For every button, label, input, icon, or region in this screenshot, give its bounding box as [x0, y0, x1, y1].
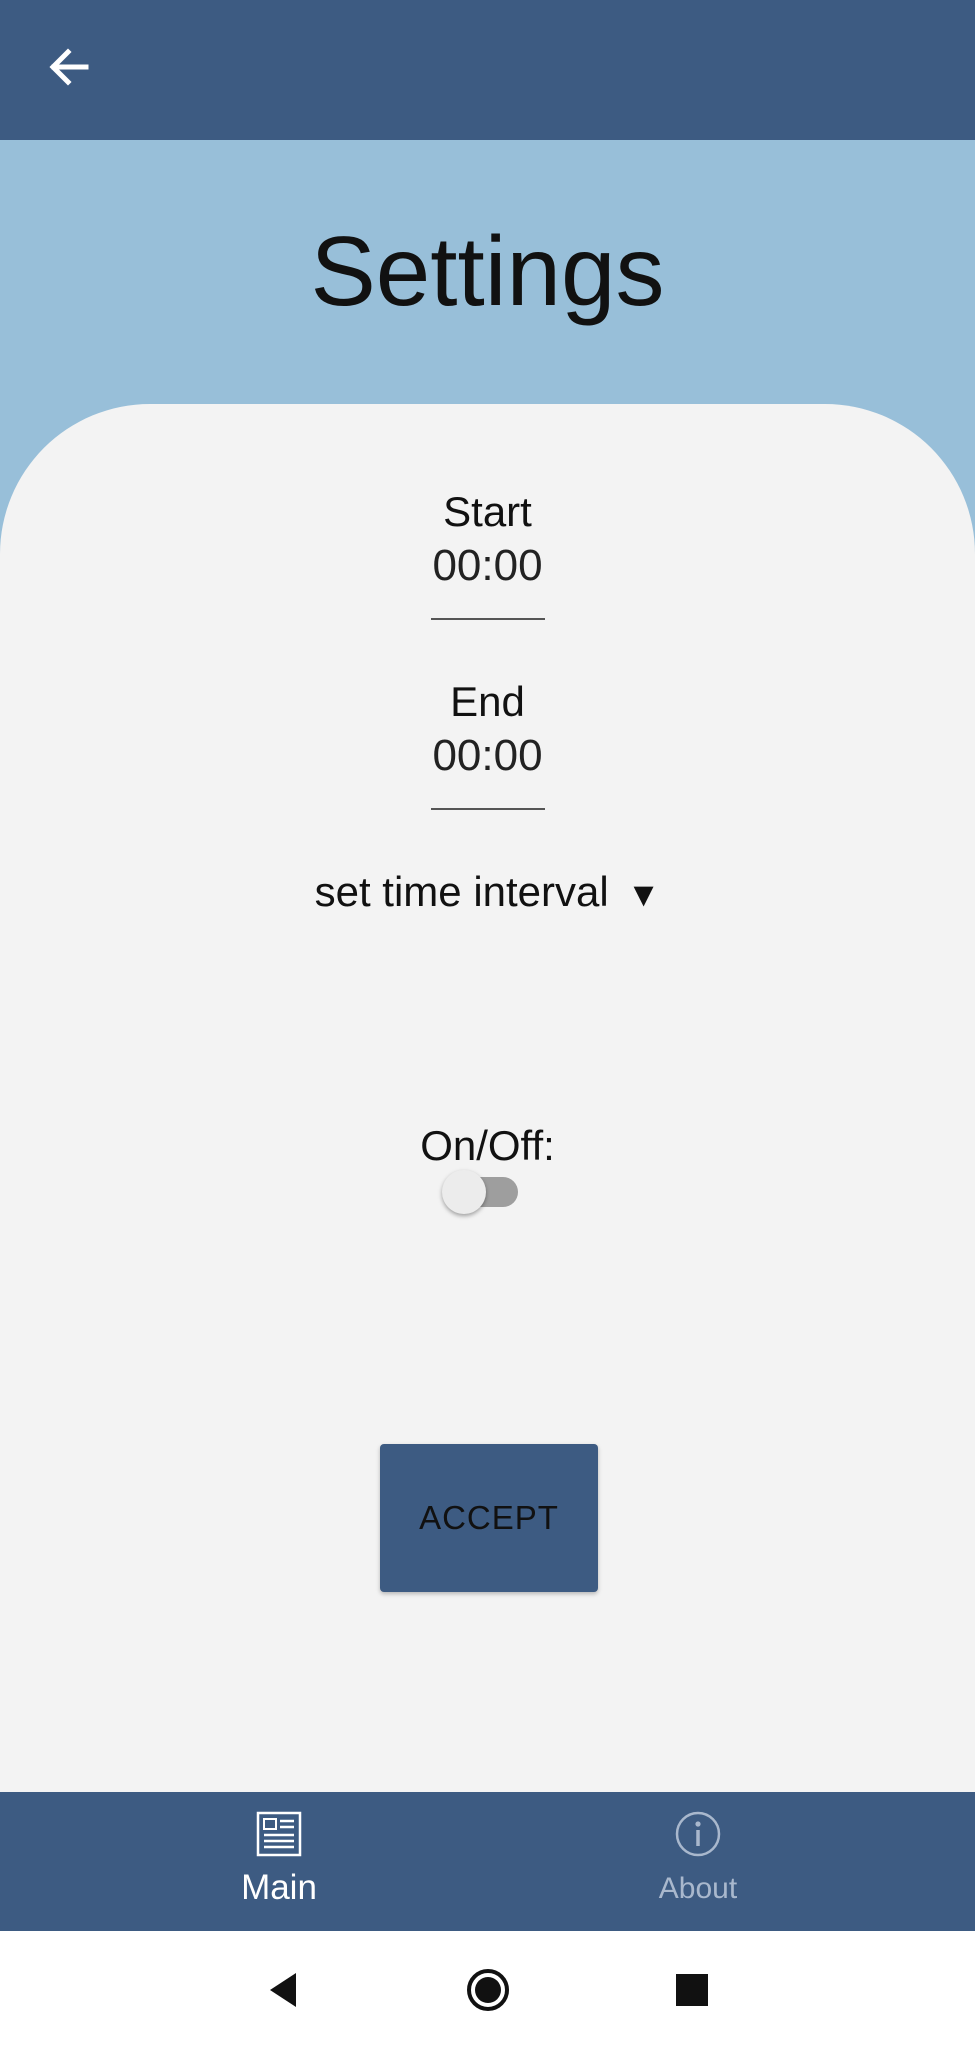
- time-interval-dropdown[interactable]: set time interval ▼: [0, 864, 975, 923]
- on-off-switch[interactable]: [442, 1170, 524, 1214]
- on-off-label: On/Off:: [420, 1122, 555, 1169]
- accept-button[interactable]: ACCEPT: [380, 1444, 598, 1592]
- caret-down-icon: ▼: [626, 876, 661, 914]
- end-time-field[interactable]: End 00:00: [0, 676, 975, 810]
- switch-thumb: [442, 1170, 486, 1214]
- info-icon: [675, 1811, 721, 1857]
- circle-home-icon[interactable]: [465, 1967, 511, 2013]
- start-time-field[interactable]: Start 00:00: [0, 486, 975, 620]
- arrow-left-icon: [49, 48, 89, 86]
- nav-item-main[interactable]: Main: [179, 1792, 379, 1931]
- page-title: Settings: [310, 216, 665, 326]
- nav-label-about: About: [658, 1872, 738, 1905]
- start-underline: [430, 618, 545, 620]
- app-bar: [0, 0, 975, 140]
- end-underline: [430, 808, 545, 810]
- triangle-back-icon[interactable]: [262, 1967, 308, 2013]
- interval-label: set time interval: [314, 868, 609, 915]
- start-label: Start: [443, 488, 532, 535]
- end-label: End: [450, 678, 525, 725]
- system-navigation-bar: [0, 1931, 975, 2048]
- bottom-navigation: Main About: [0, 1792, 975, 1931]
- nav-label-main: Main: [241, 1868, 317, 1907]
- square-recents-icon[interactable]: [669, 1967, 715, 2013]
- start-time-value[interactable]: 00:00: [0, 538, 975, 594]
- end-time-value[interactable]: 00:00: [0, 728, 975, 784]
- newspaper-icon: [256, 1811, 302, 1857]
- nav-item-about[interactable]: About: [598, 1792, 798, 1931]
- back-button[interactable]: [38, 36, 100, 98]
